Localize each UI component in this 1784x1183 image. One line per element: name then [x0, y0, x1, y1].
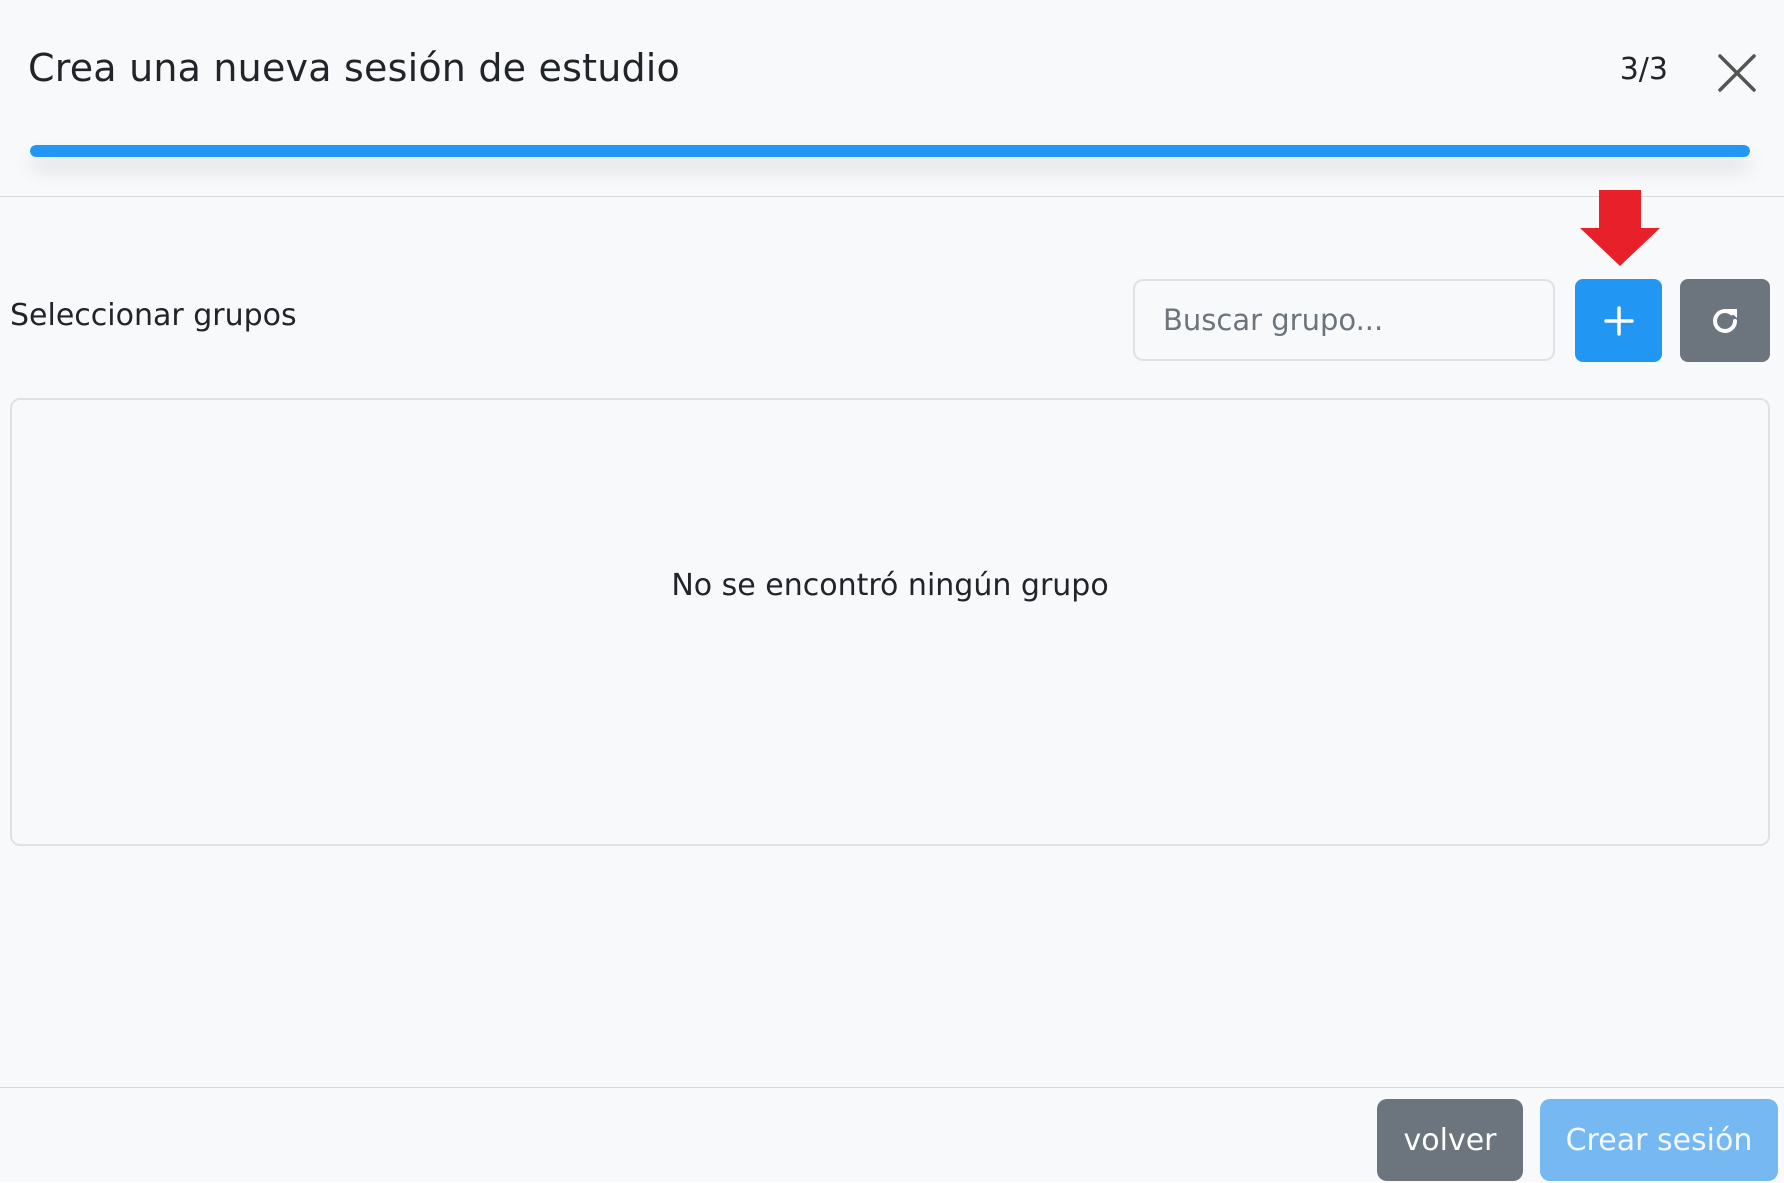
modal-footer: volver Crear sesión — [0, 1087, 1784, 1183]
modal-header: Crea una nueva sesión de estudio 3/3 — [0, 0, 1784, 197]
plus-icon — [1603, 305, 1634, 336]
refresh-icon — [1713, 308, 1737, 333]
progress-bar — [30, 145, 1750, 157]
step-counter: 3/3 — [1619, 52, 1668, 87]
red-arrow-down-icon — [1580, 190, 1660, 266]
create-session-button[interactable]: Crear sesión — [1540, 1099, 1778, 1181]
groups-list: No se encontró ningún grupo — [10, 398, 1770, 846]
progress-fill — [30, 145, 1750, 157]
back-button[interactable]: volver — [1377, 1099, 1523, 1181]
add-group-button[interactable] — [1575, 279, 1662, 362]
select-groups-label: Seleccionar grupos — [10, 298, 297, 333]
close-icon — [1718, 54, 1756, 92]
modal-title: Crea una nueva sesión de estudio — [28, 46, 681, 90]
create-session-modal: Crea una nueva sesión de estudio 3/3 Sel… — [0, 0, 1784, 1182]
refresh-groups-button[interactable] — [1680, 279, 1770, 362]
search-group-input[interactable] — [1133, 279, 1555, 361]
empty-state-message: No se encontró ningún grupo — [671, 568, 1109, 603]
close-button[interactable] — [1716, 52, 1758, 94]
